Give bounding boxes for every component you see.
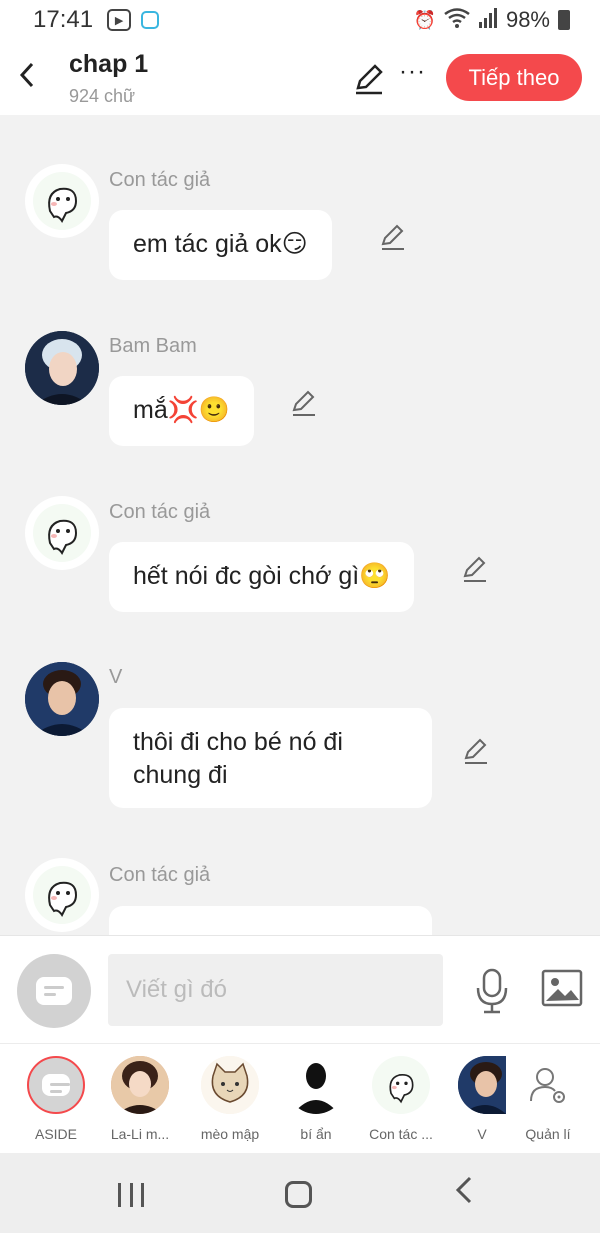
avatar (287, 1056, 345, 1114)
ghost-avatar-icon (33, 504, 91, 562)
chat-area[interactable]: Con tác giả em tác giả ok😏 Bam Bam mắ💢🙂 … (0, 115, 600, 935)
avatar (201, 1056, 259, 1114)
pencil-icon (464, 738, 487, 764)
image-upload-button[interactable] (541, 968, 583, 1008)
back-button[interactable] (12, 58, 42, 92)
silhouette-icon (287, 1056, 345, 1114)
character-bi-an[interactable]: bí ẩn (276, 1056, 356, 1142)
sender-name: Con tác giả (109, 864, 211, 886)
avatar (458, 1056, 506, 1114)
character-aside[interactable]: ASIDE (16, 1056, 96, 1142)
person-photo-icon (111, 1056, 169, 1114)
more-dots-icon: ··· (399, 58, 426, 85)
home-button[interactable] (285, 1181, 312, 1208)
composer-bar (0, 935, 600, 1043)
aside-toggle-button[interactable] (17, 954, 91, 1028)
status-time: 17:41 (33, 6, 94, 33)
chapter-title: chap 1 (69, 50, 149, 78)
edit-message-button[interactable] (462, 737, 490, 765)
battery-icon (558, 10, 570, 30)
microphone-button[interactable] (472, 968, 512, 1014)
avatar[interactable] (25, 496, 99, 570)
microphone-icon (476, 968, 508, 1014)
message-bubble[interactable]: thôi đi cho bé nó đi chung đi (109, 708, 432, 808)
character-name: mèo mập (200, 1126, 260, 1142)
character-bar: ASIDE La-Li m... mèo mập bí ẩn Con tác .… (0, 1043, 600, 1153)
pencil-icon (292, 390, 315, 416)
system-nav-bar (0, 1153, 600, 1233)
word-count: 924 chữ (69, 86, 136, 106)
battery-level: 98% (505, 7, 550, 32)
ghost-avatar-icon (33, 172, 91, 230)
image-icon (541, 969, 583, 1007)
character-v[interactable]: V (450, 1056, 506, 1142)
avatar[interactable] (25, 331, 99, 405)
ghost-avatar-icon (389, 1073, 414, 1104)
sender-name: V (109, 666, 123, 688)
edit-message-button[interactable] (290, 389, 318, 417)
video-app-icon: ▶ (107, 9, 132, 31)
ghost-avatar-icon (33, 866, 91, 924)
character-name: La-Li m... (110, 1126, 170, 1142)
sender-name: Bam Bam (109, 335, 197, 357)
character-con-tac-gia[interactable]: Con tác ... (361, 1056, 441, 1142)
character-meo-map[interactable]: mèo mập (190, 1056, 270, 1142)
pencil-icon (381, 224, 404, 250)
manage-characters-button[interactable]: Quản lí (508, 1056, 588, 1142)
avatar[interactable] (25, 662, 99, 736)
message-input[interactable] (108, 954, 443, 1026)
avatar (372, 1056, 430, 1114)
message-bubble[interactable] (109, 906, 432, 935)
speech-bubble-icon (42, 1074, 70, 1096)
character-name: Quản lí (525, 1126, 571, 1142)
message-bubble[interactable]: hết nói đc gòi chớ gì🙄 (109, 542, 415, 612)
wifi-icon (444, 7, 470, 33)
cat-icon (201, 1056, 259, 1114)
person-photo-icon (25, 331, 99, 405)
sender-name: Con tác giả (109, 169, 211, 191)
speech-bubble-icon (36, 977, 72, 1005)
recent-apps-button[interactable] (118, 1183, 144, 1207)
chevron-left-icon (19, 62, 34, 88)
chevron-left-icon (455, 1176, 472, 1204)
edit-chapter-button[interactable] (352, 62, 386, 96)
character-name: Con tác ... (369, 1126, 433, 1142)
app-bar: chap 1 924 chữ ··· Tiếp theo (0, 40, 600, 115)
chat-app-icon (141, 11, 160, 29)
status-right: ⏰ 98% (414, 7, 570, 33)
character-name: ASIDE (34, 1126, 77, 1142)
pencil-icon (463, 556, 486, 582)
character-lali[interactable]: La-Li m... (100, 1056, 180, 1142)
edit-message-button[interactable] (461, 555, 489, 583)
avatar[interactable] (25, 164, 99, 238)
edit-message-button[interactable] (379, 223, 407, 251)
avatar (27, 1056, 85, 1114)
more-options-button[interactable]: ··· (399, 58, 426, 86)
next-chapter-button[interactable]: Tiếp theo (446, 54, 582, 101)
person-photo-icon (25, 662, 99, 736)
alarm-icon: ⏰ (413, 9, 436, 30)
message-bubble[interactable]: em tác giả ok😏 (109, 210, 332, 280)
user-settings-icon (519, 1056, 577, 1114)
signal-icon (478, 7, 498, 33)
message-bubble[interactable]: mắ💢🙂 (109, 376, 254, 446)
character-name: V (477, 1126, 487, 1142)
system-back-button[interactable] (454, 1175, 474, 1213)
pencil-icon (356, 64, 383, 95)
sender-name: Con tác giả (109, 501, 211, 523)
avatar (111, 1056, 169, 1114)
avatar[interactable] (25, 858, 99, 932)
character-name: bí ẩn (300, 1126, 332, 1142)
status-bar: 17:41 ▶ ⏰ 98% (0, 0, 600, 40)
person-photo-icon (458, 1056, 506, 1114)
